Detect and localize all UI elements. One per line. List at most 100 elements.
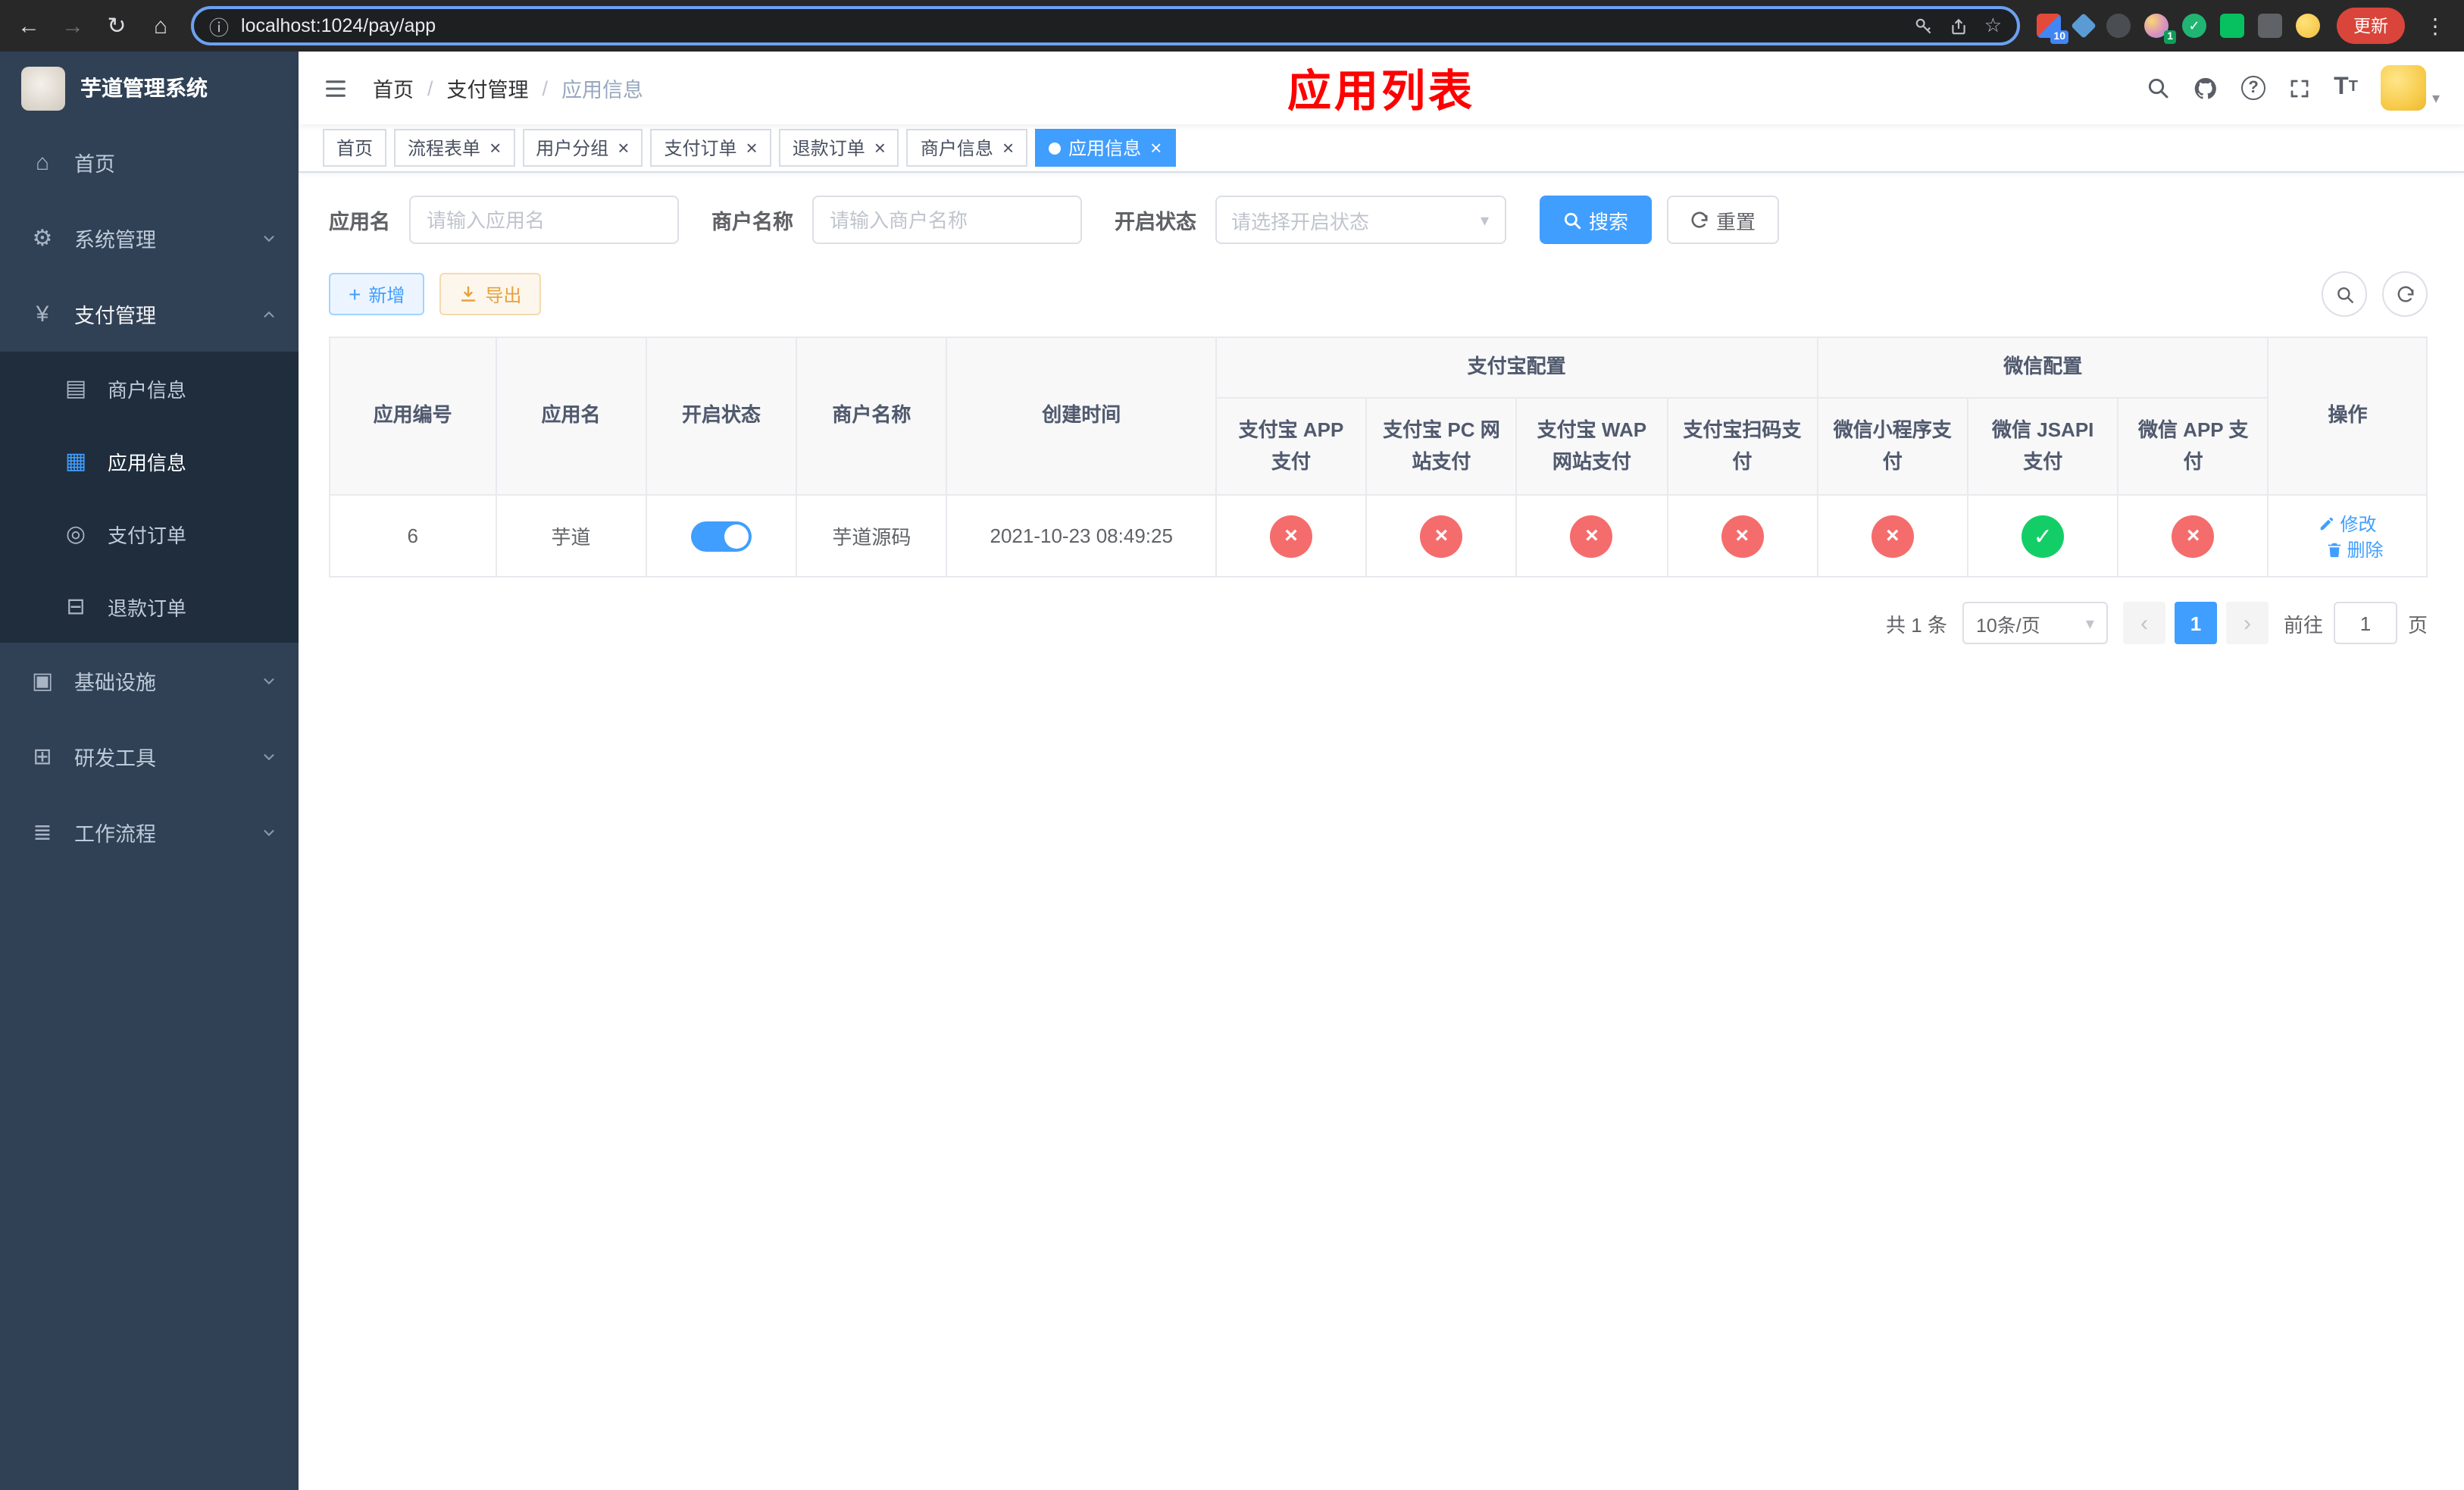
breadcrumb-separator: / bbox=[542, 77, 549, 99]
sidebar-item-pay-order[interactable]: ◎ 支付订单 bbox=[0, 497, 299, 570]
forward-icon[interactable]: → bbox=[59, 13, 86, 39]
search-button[interactable]: 搜索 bbox=[1539, 196, 1652, 244]
cell-status bbox=[645, 494, 798, 578]
profile-avatar-icon[interactable]: 1 bbox=[2144, 14, 2176, 44]
extension-grid-icon[interactable]: 10 bbox=[2037, 14, 2068, 44]
share-icon[interactable] bbox=[1950, 16, 1969, 36]
prev-page-button[interactable]: ‹ bbox=[2122, 602, 2165, 644]
tab-merchant-info[interactable]: 商户信息 × bbox=[906, 129, 1028, 167]
page-content: 应用名 商户名称 开启状态 请选择开启状态 ▾ 搜索 重置 bbox=[299, 173, 2464, 644]
sidebar-item-workflow[interactable]: ≣ 工作流程 bbox=[0, 794, 299, 870]
fullscreen-icon[interactable] bbox=[2288, 77, 2311, 99]
delete-link-label: 删除 bbox=[2347, 539, 2384, 560]
avatar-badge: 1 bbox=[2164, 30, 2176, 44]
sidebar-item-refund-order[interactable]: ⊟ 退款订单 bbox=[0, 570, 299, 643]
cell-app-name: 芋道 bbox=[495, 494, 647, 578]
search-icon[interactable] bbox=[2146, 76, 2170, 100]
back-icon[interactable]: ← bbox=[15, 13, 42, 39]
alipay-qr-status-icon: × bbox=[1721, 515, 1764, 557]
sidebar-item-devtools[interactable]: ⊞ 研发工具 bbox=[0, 718, 299, 794]
chevron-down-icon bbox=[261, 230, 277, 246]
page-size-select[interactable]: 10条/页 ▾ bbox=[1962, 602, 2108, 644]
tab-label: 商户信息 bbox=[920, 138, 993, 159]
close-icon[interactable]: × bbox=[746, 138, 758, 158]
status-select[interactable]: 请选择开启状态 ▾ bbox=[1215, 196, 1506, 244]
user-menu[interactable]: ▾ bbox=[2380, 65, 2440, 111]
chevron-down-icon bbox=[261, 672, 277, 689]
github-icon[interactable] bbox=[2193, 75, 2219, 101]
next-page-button[interactable]: › bbox=[2225, 602, 2269, 644]
target-icon: ◎ bbox=[65, 521, 86, 547]
app-logo[interactable]: 芋道管理系统 bbox=[0, 52, 299, 124]
address-bar[interactable]: ⓘ localhost:1024/pay/app ☆ bbox=[191, 6, 2020, 45]
cell-created: 2021-10-23 08:49:25 bbox=[946, 494, 1217, 578]
font-size-icon[interactable]: TT bbox=[2334, 75, 2358, 100]
chevron-down-icon: ▾ bbox=[2085, 615, 2094, 633]
merchant-name-input[interactable] bbox=[811, 196, 1081, 244]
close-icon[interactable]: × bbox=[618, 138, 629, 158]
breadcrumb-current: 应用信息 bbox=[561, 79, 644, 102]
cell-wechat-mini: × bbox=[1816, 494, 1969, 578]
tab-label: 流程表单 bbox=[408, 138, 481, 159]
close-icon[interactable]: × bbox=[874, 138, 886, 158]
sidebar-item-app-info[interactable]: ▦ 应用信息 bbox=[0, 424, 299, 497]
extension-dark-icon[interactable] bbox=[2106, 14, 2131, 38]
close-icon[interactable]: × bbox=[489, 138, 501, 158]
sidebar-item-label: 研发工具 bbox=[74, 747, 156, 770]
tab-app-info[interactable]: 应用信息 × bbox=[1035, 129, 1176, 167]
browser-menu-icon[interactable]: ⋮ bbox=[2422, 13, 2449, 39]
breadcrumb-home[interactable]: 首页 bbox=[373, 73, 414, 103]
bookmark-star-icon[interactable]: ☆ bbox=[1984, 14, 2002, 38]
wechat-mini-status-icon: × bbox=[1871, 515, 1914, 557]
col-header-app-name: 应用名 bbox=[495, 337, 647, 496]
col-header-wechat-app: 微信 APP 支付 bbox=[2117, 397, 2269, 496]
sidebar-item-payment[interactable]: ¥ 支付管理 bbox=[0, 276, 299, 352]
sidebar-item-system[interactable]: ⚙ 系统管理 bbox=[0, 200, 299, 276]
add-button[interactable]: + 新增 bbox=[329, 273, 425, 315]
status-label: 开启状态 bbox=[1115, 211, 1196, 233]
extension-chat-icon[interactable] bbox=[2220, 14, 2244, 38]
wechat-jsapi-status-icon: ✓ bbox=[2022, 515, 2065, 557]
app-title: 芋道管理系统 bbox=[80, 76, 208, 100]
toggle-search-button[interactable] bbox=[2322, 271, 2367, 317]
cell-alipay-wap: × bbox=[1515, 494, 1668, 578]
extension-check-icon[interactable]: ✓ bbox=[2182, 14, 2206, 38]
home-icon[interactable]: ⌂ bbox=[147, 13, 174, 39]
app-name-input[interactable] bbox=[408, 196, 678, 244]
tab-home[interactable]: 首页 bbox=[323, 129, 387, 167]
extensions-area: 10 1 ✓ bbox=[2037, 13, 2320, 44]
delete-link[interactable]: 删除 bbox=[2325, 536, 2383, 562]
sidebar-item-home[interactable]: ⌂ 首页 bbox=[0, 124, 299, 200]
tab-refund-order[interactable]: 退款订单 × bbox=[778, 129, 899, 167]
refresh-table-button[interactable] bbox=[2382, 271, 2428, 317]
export-button[interactable]: 导出 bbox=[439, 273, 542, 315]
reset-button[interactable]: 重置 bbox=[1666, 196, 1779, 244]
close-icon[interactable]: × bbox=[1002, 138, 1014, 158]
tab-process-form[interactable]: 流程表单 × bbox=[394, 129, 515, 167]
tab-user-group[interactable]: 用户分组 × bbox=[522, 129, 643, 167]
password-key-icon[interactable] bbox=[1915, 16, 1934, 36]
navbar-actions: ? TT ▾ bbox=[2146, 65, 2440, 111]
sidebar-item-merchant-info[interactable]: ▤ 商户信息 bbox=[0, 352, 299, 424]
update-button[interactable]: 更新 bbox=[2337, 8, 2405, 44]
grid-icon: ▦ bbox=[64, 449, 87, 474]
extension-puzzle-icon[interactable] bbox=[2258, 14, 2282, 38]
col-header-wechat-mini: 微信小程序支付 bbox=[1816, 397, 1969, 496]
current-page-button[interactable]: 1 bbox=[2174, 602, 2217, 644]
tab-pay-order[interactable]: 支付订单 × bbox=[650, 129, 771, 167]
breadcrumb-payment[interactable]: 支付管理 bbox=[447, 73, 529, 103]
goto-page-input[interactable] bbox=[2333, 602, 2397, 644]
sidebar-item-infra[interactable]: ▣ 基础设施 bbox=[0, 643, 299, 718]
search-button-label: 搜索 bbox=[1589, 210, 1629, 233]
status-toggle[interactable] bbox=[691, 521, 752, 551]
extension-smiley-icon[interactable] bbox=[2296, 14, 2320, 38]
site-info-icon[interactable]: ⓘ bbox=[209, 11, 229, 40]
chevron-down-icon bbox=[261, 824, 277, 840]
extension-gem-icon[interactable] bbox=[2071, 13, 2097, 39]
help-icon[interactable]: ? bbox=[2241, 76, 2266, 100]
edit-link[interactable]: 修改 bbox=[2319, 510, 2376, 536]
reload-icon[interactable]: ↻ bbox=[103, 12, 130, 39]
menu-collapse-icon[interactable] bbox=[323, 75, 349, 101]
alipay-pc-status-icon: × bbox=[1420, 515, 1463, 557]
close-icon[interactable]: × bbox=[1150, 138, 1162, 158]
